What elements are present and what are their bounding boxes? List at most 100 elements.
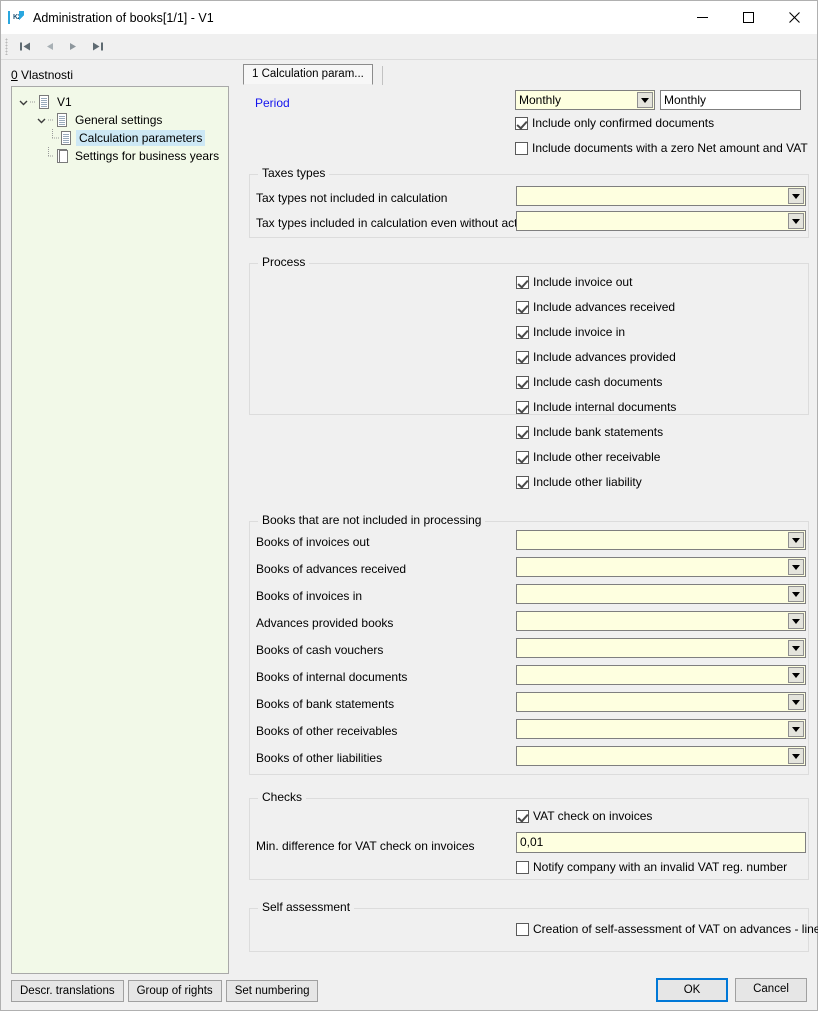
advances-provided-books-label: Advances provided books [256, 616, 394, 630]
chevron-down-icon[interactable] [788, 721, 804, 737]
books-of-advances-received-label: Books of advances received [256, 562, 407, 576]
vat-check-on-invoices-checkbox[interactable]: VAT check on invoices [516, 809, 652, 823]
books-of-invoices-in-combo[interactable] [516, 584, 806, 604]
checkbox-box[interactable] [515, 116, 528, 130]
tree-connector [48, 147, 56, 165]
chevron-down-icon[interactable] [788, 586, 804, 602]
last-record-button[interactable] [85, 36, 109, 58]
self-assessment-group: Self assessment Creation of self-assessm… [249, 900, 818, 952]
checkbox-box[interactable] [516, 860, 529, 874]
chevron-down-icon[interactable] [16, 93, 30, 111]
books-not-included-group: Books that are not included in processin… [249, 513, 809, 775]
checkbox-box[interactable] [516, 375, 529, 389]
books-of-other-receivables-combo[interactable] [516, 719, 806, 739]
chevron-down-icon[interactable] [788, 613, 804, 629]
checkbox-box[interactable] [515, 141, 528, 155]
tab-separator [382, 66, 383, 85]
form-content: Period Monthly Monthly Include only conf… [243, 88, 818, 974]
notify-invalid-vat-reg-checkbox[interactable]: Notify company with an invalid VAT reg. … [516, 860, 787, 874]
checkbox-box[interactable] [516, 450, 529, 464]
books-of-other-liabilities-combo[interactable] [516, 746, 806, 766]
ok-button[interactable]: OK [656, 978, 728, 1002]
include-internal-documents-checkbox[interactable]: Include internal documents [516, 400, 676, 414]
books-of-advances-received-combo[interactable] [516, 557, 806, 577]
checkbox-label: VAT check on invoices [533, 809, 653, 823]
books-of-cash-vouchers-label: Books of cash vouchers [256, 643, 384, 657]
chevron-down-icon[interactable] [788, 640, 804, 656]
cancel-button[interactable]: Cancel [735, 978, 807, 1002]
chevron-down-icon[interactable] [788, 532, 804, 548]
chevron-down-icon[interactable] [788, 188, 804, 204]
min-difference-value: 0,01 [520, 835, 544, 849]
checkbox-box[interactable] [516, 475, 529, 489]
tree-item-calculation-parameters[interactable]: Calculation parameters [12, 129, 228, 147]
books-of-invoices-out-label: Books of invoices out [256, 535, 370, 549]
close-button[interactable] [771, 1, 817, 34]
include-advances-received-checkbox[interactable]: Include advances received [516, 300, 675, 314]
include-only-confirmed-documents-checkbox[interactable]: Include only confirmed documents [515, 116, 714, 130]
include-bank-statements-checkbox[interactable]: Include bank statements [516, 425, 663, 439]
maximize-button[interactable] [725, 1, 771, 34]
window-controls [679, 1, 817, 34]
chevron-down-icon[interactable] [788, 213, 804, 229]
books-of-internal-documents-combo[interactable] [516, 665, 806, 685]
include-invoice-out-checkbox[interactable]: Include invoice out [516, 275, 632, 289]
books-of-invoices-out-combo[interactable] [516, 530, 806, 550]
creation-self-assessment-advances-lines-checkbox[interactable]: Creation of self-assessment of VAT on ad… [516, 922, 818, 936]
include-cash-documents-checkbox[interactable]: Include cash documents [516, 375, 662, 389]
next-record-button[interactable] [61, 36, 85, 58]
include-other-receivable-checkbox[interactable]: Include other receivable [516, 450, 660, 464]
period-combo[interactable]: Monthly [515, 90, 655, 110]
taxes-types-title: Taxes types [258, 166, 330, 180]
chevron-down-icon[interactable] [788, 559, 804, 575]
include-other-liability-checkbox[interactable]: Include other liability [516, 475, 642, 489]
tree-item-settings-for-business-years[interactable]: Settings for business years [12, 147, 228, 165]
descr-translations-button[interactable]: Descr. translations [11, 980, 124, 1002]
first-record-button[interactable] [13, 36, 37, 58]
tax-types-not-included-combo[interactable] [516, 186, 806, 206]
min-difference-input[interactable]: 0,01 [516, 832, 806, 853]
checks-group: Checks VAT check on invoices Min. differ… [249, 790, 809, 880]
chevron-down-icon[interactable] [34, 111, 48, 129]
checkbox-label: Include advances received [533, 300, 676, 314]
tree-item-label: General settings [75, 113, 163, 127]
checkbox-label: Include invoice out [533, 275, 633, 289]
books-of-invoices-in-label: Books of invoices in [256, 589, 363, 603]
taxes-types-group: Taxes types Tax types not included in ca… [249, 166, 809, 238]
checkbox-box[interactable] [516, 425, 529, 439]
checkbox-box[interactable] [516, 350, 529, 364]
chevron-down-icon[interactable] [788, 694, 804, 710]
tree-item-v1[interactable]: V1 [12, 93, 228, 111]
previous-record-button[interactable] [37, 36, 61, 58]
tax-types-included-without-act-combo[interactable] [516, 211, 806, 231]
minimize-button[interactable] [679, 1, 725, 34]
checkbox-box[interactable] [516, 400, 529, 414]
include-zero-net-amount-vat-checkbox[interactable]: Include documents with a zero Net amount… [515, 141, 808, 155]
period-text-field[interactable]: Monthly [660, 90, 801, 110]
checkbox-box[interactable] [516, 275, 529, 289]
books-not-included-title: Books that are not included in processin… [258, 513, 486, 527]
chevron-down-icon[interactable] [637, 92, 653, 108]
tree-item-general-settings[interactable]: General settings [12, 111, 228, 129]
checkbox-box[interactable] [516, 325, 529, 339]
checkbox-box[interactable] [516, 809, 529, 823]
checkbox-box[interactable] [516, 300, 529, 314]
tab-strip: 1 Calculation param... [243, 64, 811, 85]
books-of-cash-vouchers-combo[interactable] [516, 638, 806, 658]
checkbox-label: Notify company with an invalid VAT reg. … [533, 860, 788, 874]
properties-label-text: Vlastnosti [17, 68, 74, 82]
chevron-down-icon[interactable] [788, 748, 804, 764]
tab-calculation-parameters[interactable]: 1 Calculation param... [243, 64, 373, 85]
include-advances-provided-checkbox[interactable]: Include advances provided [516, 350, 676, 364]
checkbox-label: Include documents with a zero Net amount… [532, 141, 808, 155]
properties-tree[interactable]: V1 General settings Calculation paramete… [11, 86, 229, 974]
group-of-rights-button[interactable]: Group of rights [127, 980, 222, 1002]
window-body: 0 Vlastnosti V1 General settings Calcula… [1, 60, 818, 1010]
chevron-down-icon[interactable] [788, 667, 804, 683]
form-pane: 1 Calculation param... Period Monthly Mo… [239, 60, 818, 1010]
include-invoice-in-checkbox[interactable]: Include invoice in [516, 325, 625, 339]
checkbox-box[interactable] [516, 922, 529, 936]
document-icon [60, 130, 73, 146]
books-of-bank-statements-combo[interactable] [516, 692, 806, 712]
advances-provided-books-combo[interactable] [516, 611, 806, 631]
